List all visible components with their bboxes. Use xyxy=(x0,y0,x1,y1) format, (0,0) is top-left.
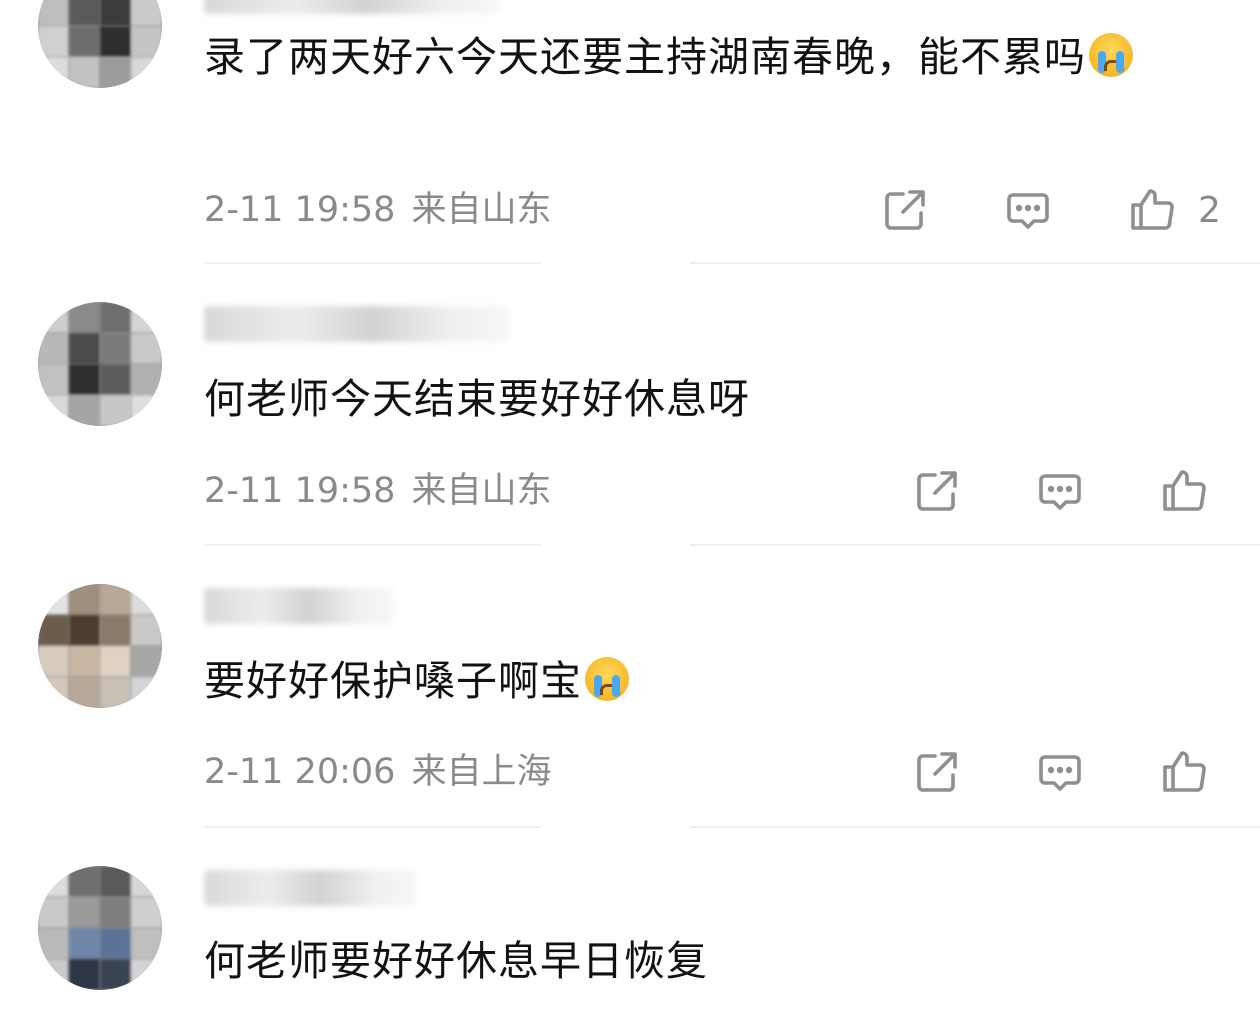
like-count: 2 xyxy=(1198,190,1221,231)
crying-face-icon xyxy=(585,657,629,701)
comment-text: 何老师今天结束要好好休息呀 xyxy=(204,366,1204,432)
comment-meta: 2-11 20:06 来自上海 xyxy=(204,749,551,795)
like-button[interactable] xyxy=(1160,466,1208,514)
share-icon xyxy=(917,752,957,792)
reply-button[interactable] xyxy=(1004,187,1052,235)
reply-button[interactable] xyxy=(1036,468,1084,516)
avatar[interactable] xyxy=(38,0,162,88)
divider xyxy=(204,826,1260,828)
share-icon xyxy=(885,190,925,230)
thumbs-up-icon xyxy=(1131,189,1174,230)
crying-face-icon xyxy=(1089,33,1133,77)
comment-time: 2-11 20:06 xyxy=(204,752,396,792)
comment-text: 要好好保护嗓子啊宝 xyxy=(204,648,1204,714)
share-button[interactable] xyxy=(913,748,961,796)
comment-bubble-icon xyxy=(1039,755,1081,791)
like-button[interactable] xyxy=(1160,747,1208,795)
comment-text-body: 录了两天好六今天还要主持湖南春晚，能不累吗 xyxy=(204,33,1086,81)
comment-bubble-icon xyxy=(1039,474,1081,510)
username[interactable] xyxy=(204,870,416,906)
share-icon xyxy=(917,471,957,511)
thumbs-up-icon xyxy=(1163,470,1206,511)
username[interactable] xyxy=(204,588,394,624)
username[interactable] xyxy=(204,306,510,342)
divider xyxy=(204,544,1260,546)
comment-meta: 2-11 19:58 来自山东 xyxy=(204,468,551,514)
comment-text-body: 要好好保护嗓子啊宝 xyxy=(204,657,582,705)
like-button[interactable] xyxy=(1128,185,1176,233)
share-button[interactable] xyxy=(881,186,929,234)
username[interactable] xyxy=(204,0,500,14)
comment-time: 2-11 19:58 xyxy=(204,471,396,511)
comment-location: 来自山东 xyxy=(411,190,552,230)
comment-time: 2-11 19:58 xyxy=(204,190,396,230)
comment-text: 录了两天好六今天还要主持湖南春晚，能不累吗 xyxy=(204,24,1194,90)
avatar[interactable] xyxy=(38,866,162,990)
comment-text-body: 何老师今天结束要好好休息呀 xyxy=(204,375,750,423)
avatar[interactable] xyxy=(38,584,162,708)
comment-bubble-icon xyxy=(1007,193,1049,229)
comment-text: 何老师要好好休息早日恢复 xyxy=(204,928,1204,994)
comment-location: 来自山东 xyxy=(411,471,552,511)
reply-button[interactable] xyxy=(1036,749,1084,797)
divider xyxy=(204,262,1260,264)
comment-meta: 2-11 19:58 来自山东 xyxy=(204,187,551,233)
thumbs-up-icon xyxy=(1163,751,1206,792)
comment-location: 来自上海 xyxy=(411,752,552,792)
comment-text-body: 何老师要好好休息早日恢复 xyxy=(204,937,708,985)
share-button[interactable] xyxy=(913,467,961,515)
avatar[interactable] xyxy=(38,302,162,426)
